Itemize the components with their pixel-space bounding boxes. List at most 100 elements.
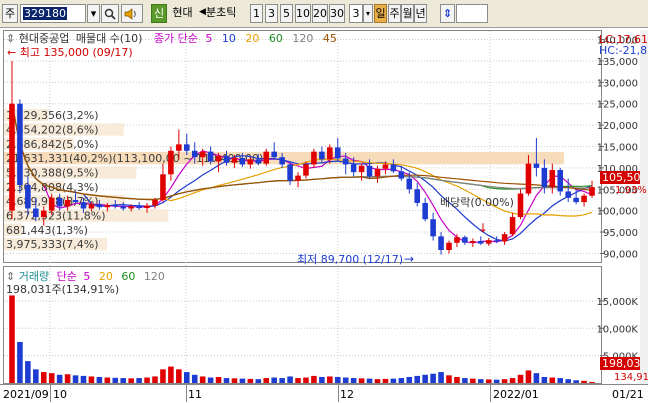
candle-body	[470, 241, 476, 243]
interval-10-button[interactable]: 10	[295, 4, 311, 23]
volume-bar	[223, 378, 230, 383]
candle-body	[120, 206, 126, 209]
candle-body	[366, 165, 373, 177]
speaker-button[interactable]	[121, 4, 143, 23]
speaker-icon	[124, 8, 136, 20]
interval-dropdown-button[interactable]: ▾	[363, 4, 373, 23]
volume-bar	[168, 366, 174, 383]
candle-body	[255, 159, 262, 164]
volume-bar	[64, 374, 71, 383]
volume-bar	[25, 361, 31, 383]
volume-bar	[342, 377, 349, 383]
stock-code-input[interactable]: 329180	[20, 4, 86, 23]
chart-area[interactable]: 1,729,356(3,2%)4,654,202(8,6%)2,686,842(…	[0, 28, 648, 403]
dividend-label: 배당락(0.00%)	[440, 196, 514, 209]
candle-body	[215, 155, 222, 162]
right-scrollbar[interactable]	[640, 30, 648, 384]
volume-bar	[199, 376, 206, 383]
search-text-input[interactable]	[456, 4, 488, 23]
volume-profile-label: 6,372,523(11,8%)	[6, 209, 106, 222]
volume-bar	[271, 377, 277, 383]
candle-body	[334, 147, 341, 159]
volume-bar	[358, 378, 365, 383]
volume-bar	[517, 374, 524, 383]
volume-profile-label: 3,975,333(7,4%)	[6, 238, 99, 251]
candle-body	[414, 189, 420, 203]
candle-body	[279, 157, 285, 165]
interval-30-button[interactable]: 30	[329, 4, 345, 23]
volume-bar	[382, 378, 389, 383]
candle-body	[56, 197, 63, 207]
interval-input[interactable]: 3	[349, 4, 363, 23]
price-axis-label: 120,000	[597, 121, 638, 132]
volume-bar	[311, 375, 317, 383]
volume-bar	[398, 378, 405, 383]
candle-body	[88, 204, 95, 209]
volume-axis: 15,000K10,000K5,000K	[596, 297, 638, 363]
candle-body	[160, 174, 166, 200]
volume-ma-20-label: 20	[99, 270, 113, 283]
volume-bar	[56, 374, 63, 383]
market-select[interactable]: 주	[2, 4, 18, 23]
chevron-down-icon: ▾	[90, 7, 97, 20]
candle-body	[168, 150, 174, 175]
candle-body	[207, 151, 214, 162]
period-day-button[interactable]: 일	[374, 4, 387, 23]
volume-bar	[263, 378, 270, 383]
interval-5-button[interactable]: 5	[280, 4, 293, 23]
chevron-up-down-icon: ⇕	[6, 32, 15, 45]
right-arrow-icon: →	[404, 252, 414, 266]
interval-20-button[interactable]: 20	[312, 4, 328, 23]
volume-bar	[80, 375, 87, 383]
volume-bar	[160, 369, 166, 383]
volume-bar	[287, 376, 293, 383]
price-axis-label: 90,000	[603, 249, 638, 260]
date-label-2022-01: 2022/01	[493, 388, 539, 401]
volume-bar	[48, 373, 55, 383]
candle-body	[311, 151, 317, 165]
volume-bar	[112, 377, 119, 383]
ma-5-label: 5	[205, 32, 212, 45]
down-arrow-icon: ↓	[478, 221, 488, 235]
period-month-button[interactable]: 월	[401, 4, 414, 23]
candle-body	[462, 237, 468, 243]
low-price-marker: 최저 89,700 (12/17)	[297, 253, 403, 266]
candle-body	[549, 170, 556, 188]
candle-body	[493, 240, 500, 242]
candle-body	[398, 171, 405, 179]
candle-body	[327, 147, 333, 160]
candle-body	[454, 237, 460, 243]
candle-body	[573, 197, 579, 203]
code-dropdown-button[interactable]: ▾	[87, 4, 100, 23]
candle-body	[581, 195, 587, 203]
chevron-down-icon: ▾	[365, 9, 370, 18]
volume-bar	[104, 377, 111, 383]
period-type-label[interactable]: 분초틱	[206, 4, 246, 23]
volume-ma-120-label: 120	[144, 270, 165, 283]
volume-bar	[406, 376, 413, 383]
volume-bar	[295, 378, 301, 383]
candle-body	[136, 206, 142, 209]
volume-bar	[501, 379, 508, 383]
candle-body	[382, 164, 389, 169]
volume-last-value: 198,031주(134,91%)	[6, 283, 119, 296]
interval-3-button[interactable]: 3	[265, 4, 278, 23]
candle-body	[17, 103, 23, 185]
date-label-12: 12	[340, 388, 354, 401]
candle-body	[541, 167, 548, 188]
volume-bar	[454, 376, 460, 383]
volume-bar	[72, 375, 79, 383]
interval-1-button[interactable]: 1	[250, 4, 263, 23]
sort-arrows-button[interactable]: ⇕	[440, 4, 455, 23]
volume-bar	[446, 375, 452, 383]
candle-body	[271, 151, 277, 158]
search-button[interactable]	[101, 4, 119, 23]
candle-body	[33, 208, 39, 218]
price-axis-label: 100,000	[597, 207, 638, 218]
period-week-button[interactable]: 주	[388, 4, 401, 23]
volume-bar	[573, 380, 579, 383]
period-year-button[interactable]: 년	[414, 4, 427, 23]
candle-body	[231, 158, 238, 163]
volume-profile-label: 681,443(1,3%)	[6, 224, 88, 237]
volume-title: 거래량	[19, 270, 49, 283]
